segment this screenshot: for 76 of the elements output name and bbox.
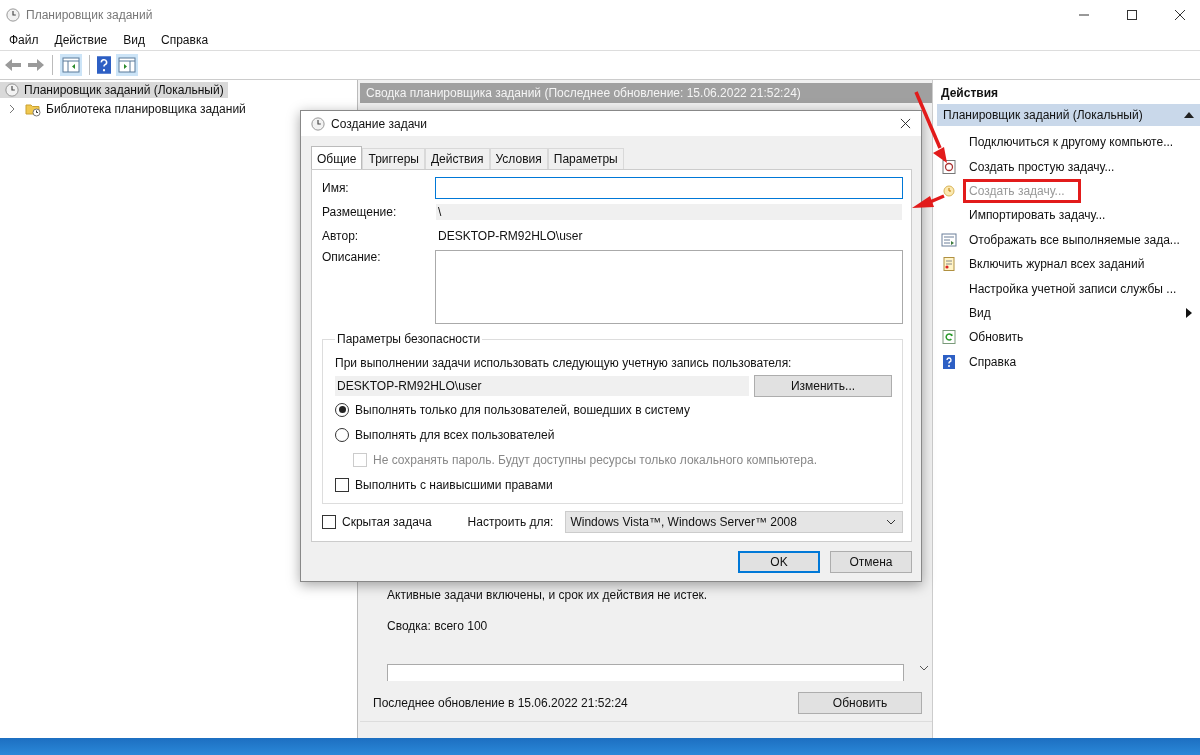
tab[interactable]: Общие: [311, 146, 363, 169]
tree-item[interactable]: Планировщик заданий (Локальный): [0, 82, 228, 98]
menu-item[interactable]: Справка: [161, 33, 209, 47]
description-field[interactable]: [435, 250, 903, 324]
folder-clock-icon: [25, 101, 41, 117]
close-icon[interactable]: [900, 118, 911, 129]
author-value: DESKTOP-RM92HLO\user: [437, 229, 583, 243]
arrow-drawing: [912, 194, 945, 208]
tree-item[interactable]: Библиотека планировщика заданий: [20, 100, 250, 118]
summary-header: Сводка планировщика заданий (Последнее обновление: 15.06.2022 21:52:24): [360, 83, 932, 103]
checkbox[interactable]: [322, 515, 336, 529]
refresh-button[interactable]: Обновить: [798, 692, 922, 714]
action-item[interactable]: Подключиться к другому компьюте...: [966, 133, 1177, 152]
expand-icon[interactable]: [8, 105, 16, 113]
pane-icon[interactable]: [60, 54, 82, 76]
name-field[interactable]: [435, 177, 903, 199]
field-label: Автор:: [322, 229, 360, 243]
clock-icon: [5, 83, 19, 97]
option-label: Скрытая задача: [342, 515, 432, 529]
status-text: Активные задачи включены, и срок их действия не истек.: [387, 588, 709, 602]
tab[interactable]: Действия: [424, 148, 490, 169]
field-label: Настроить для:: [467, 515, 554, 529]
group-title: Параметры безопасности: [336, 332, 482, 346]
clock-icon: [941, 182, 957, 199]
action-item[interactable]: Справка: [966, 352, 1020, 371]
cancel-button[interactable]: Отмена: [830, 551, 912, 573]
field-label: Размещение:: [322, 205, 398, 219]
action-item[interactable]: Настройка учетной записи службы ...: [966, 279, 1180, 298]
option-label: Не сохранять пароль. Будут доступны ресурсы только локального компьютера.: [373, 452, 817, 467]
option-label: Выполнять для всех пользователей: [355, 427, 555, 442]
action-item[interactable]: Отображать все выполняемые зада...: [966, 230, 1183, 249]
ok-button[interactable]: OK: [738, 551, 820, 573]
checkbox[interactable]: [335, 477, 349, 492]
menu-item[interactable]: Вид: [123, 33, 145, 47]
forward-arrow-icon[interactable]: [27, 58, 45, 72]
help-icon: [941, 353, 957, 370]
help-icon[interactable]: [97, 55, 111, 75]
configure-dropdown[interactable]: Windows Vista™, Windows Server™ 2008: [565, 511, 903, 533]
pane-icon[interactable]: [116, 54, 138, 76]
caret-icon: [886, 519, 896, 525]
maximize-icon[interactable]: [1126, 9, 1138, 21]
tab[interactable]: Параметры: [547, 148, 624, 169]
change-button[interactable]: Изменить...: [754, 375, 892, 397]
back-arrow-icon[interactable]: [4, 58, 22, 72]
summary-count: Сводка: всего 100: [387, 619, 489, 633]
menu-item[interactable]: Файл: [9, 33, 39, 47]
scroll-down-icon[interactable]: [919, 665, 929, 671]
collapse-icon[interactable]: [1184, 112, 1194, 118]
window-title: Планировщик заданий: [26, 8, 153, 22]
wizard-icon: [941, 158, 957, 175]
clock-icon: [311, 116, 325, 131]
dialog-title: Создание задачи: [331, 116, 427, 131]
list-icon: [941, 231, 957, 248]
action-item[interactable]: Включить журнал всех заданий: [966, 255, 1148, 274]
actions-header: Действия: [940, 85, 1000, 102]
option-label: Выполнять только для пользователей, вошедших в систему: [355, 402, 690, 417]
clock-icon: [6, 8, 20, 22]
field-label: Описание:: [322, 250, 382, 264]
submenu-arrow-icon: [1186, 307, 1192, 318]
last-update-text: Последнее обновление в 15.06.2022 21:52:24: [373, 696, 628, 710]
option-label: Выполнить с наивысшими правами: [355, 477, 553, 492]
refresh-icon: [941, 329, 957, 346]
action-item[interactable]: Создать простую задачу...: [966, 157, 1118, 176]
field-label: Имя:: [322, 181, 350, 195]
log-icon: [941, 256, 957, 273]
action-item[interactable]: Вид: [966, 303, 994, 322]
account-value: DESKTOP-RM92HLO\user: [335, 376, 749, 396]
location-value: \: [436, 204, 902, 220]
account-prompt: При выполнении задачи использовать следующую учетную запись пользователя:: [335, 356, 793, 370]
close-icon[interactable]: [1174, 9, 1186, 21]
action-item[interactable]: Импортировать задачу...: [966, 206, 1109, 225]
actions-group-header[interactable]: Планировщик заданий (Локальный): [937, 104, 1200, 126]
menu-item[interactable]: Действие: [54, 33, 108, 47]
tab[interactable]: Триггеры: [362, 148, 425, 169]
action-item[interactable]: Обновить: [966, 328, 1027, 347]
tab[interactable]: Условия: [489, 148, 548, 169]
